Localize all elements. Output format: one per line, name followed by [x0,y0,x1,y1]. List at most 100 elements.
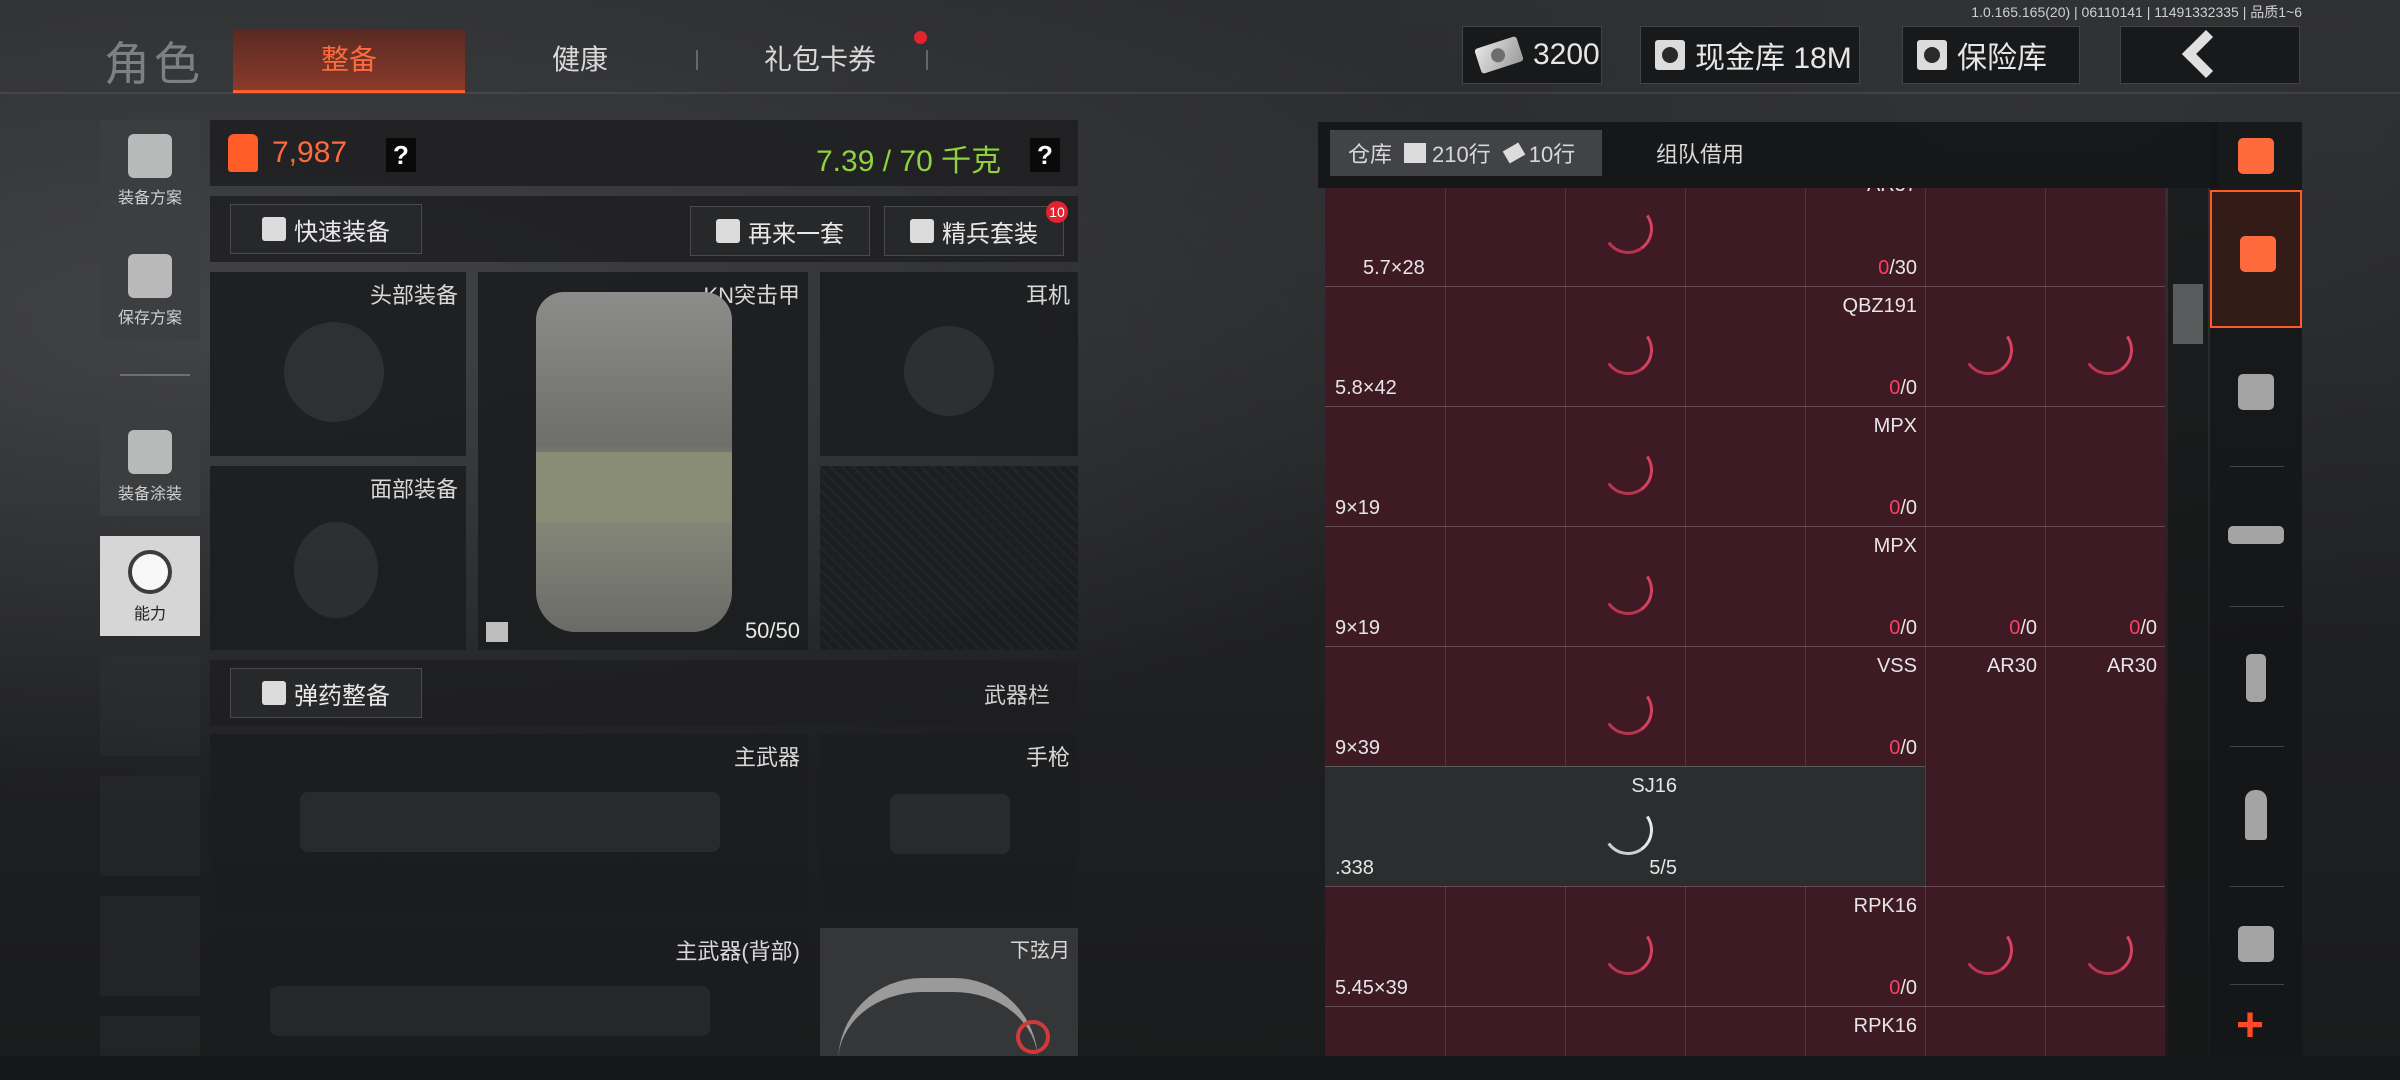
sidebar-empty-slot [100,1016,200,1056]
sidebar-item-ability[interactable]: 能力 [100,536,200,636]
ammo-capacity: /0 [1900,977,1917,999]
warehouse-row[interactable]: RPK16 5.45×39 0/0 [1325,886,2165,1006]
value-help-button[interactable]: ? [386,138,416,172]
loading-spinner-icon [1599,921,1657,979]
safe-vault-button[interactable]: 保险库 [1902,26,2080,84]
ammo-capacity: /0 [1900,497,1917,519]
header-divider [0,92,2400,94]
loading-spinner-icon [1599,801,1657,859]
caliber-label: 5.8×42 [1335,377,1397,399]
back-button[interactable] [2120,26,2300,84]
sidebar-empty-slot [100,656,200,756]
back-weapon-slot[interactable]: 主武器(背部) [210,928,808,1056]
weapon-name: SJ16 [1631,775,1677,797]
gasmask-placeholder-icon [294,522,378,618]
category-all[interactable] [2210,122,2302,188]
category-rifle[interactable] [2210,470,2302,608]
shirt-icon [262,217,286,241]
refresh-icon [716,219,740,243]
ammo-capacity: /0 [1900,617,1917,639]
ammo-count: 0/0 [2053,617,2165,640]
slot-label: 手枪 [1025,745,1070,770]
tab-gift-cards[interactable]: 礼包卡券 [720,30,920,90]
vault-icon [1655,40,1685,70]
loading-spinner-icon [1959,921,2017,979]
category-divider [2230,886,2284,887]
ammo-capacity: /0 [2020,617,2037,639]
tab-health[interactable]: 健康 [480,30,680,90]
elite-kit-button[interactable]: 精兵套装 [884,206,1064,256]
primary-weapon-slot[interactable]: 主武器 [210,734,808,918]
ammo-current: 0 [1889,377,1901,399]
tab-warehouse[interactable]: 仓库 210行 10行 [1330,130,1602,176]
warehouse-row[interactable]: RPK16 [1325,1006,2165,1056]
headset-slot[interactable]: 耳机 [820,272,1078,456]
sidebar-divider [120,374,190,376]
equip-again-button[interactable]: 再来一套 [690,206,870,256]
sidebar-item-label: 保存方案 [117,310,182,327]
ammo-count: 0/30 [1813,257,1925,280]
shield-icon [910,219,934,243]
pistol-slot[interactable]: 手枪 [820,734,1078,918]
category-attachment[interactable] [2210,890,2302,984]
category-helmet[interactable] [2210,330,2302,468]
ammo-equip-label: 弹药整备 [294,682,390,710]
ammo-current: 0 [1878,257,1890,279]
slot-label: 头部装备 [369,283,458,308]
bind-icon [486,622,508,642]
warehouse-row[interactable]: AR57 5.7×28 0/30 [1325,188,2165,286]
melee-slot[interactable]: 下弦月 [820,928,1078,1056]
slot-label: 主武器(背部) [675,939,800,964]
sidebar-item-label: 装备方案 [117,190,182,207]
warehouse-rows-ammo: 10行 [1528,142,1576,167]
tab-team-borrow[interactable]: 组队借用 [1610,130,1790,176]
quick-equip-button[interactable]: 快速装备 [230,204,422,254]
ammo-icon [1502,142,1526,164]
sidebar-item-save-plan[interactable]: 保存方案 [100,240,200,340]
category-divider [2230,606,2284,607]
warehouse-row[interactable]: QBZ191 5.8×42 0/0 [1325,286,2165,406]
loading-spinner-icon [2079,321,2137,379]
head-slot[interactable]: 头部装备 [210,272,466,456]
warehouse-rows-total: 210行 [1432,142,1491,167]
equip-again-label: 再来一套 [748,220,844,248]
cash-vault-label: 现金库 18M [1695,42,1852,75]
helmet-paint-icon [128,430,172,474]
warehouse-row[interactable]: SJ16 .338 5/5 [1325,766,1925,886]
ammo-capacity: /0 [1900,377,1917,399]
ammo-count: 0/0 [1813,737,1925,760]
back-arrow-icon [2181,29,2231,79]
ammo-count: 0/0 [1813,617,1925,640]
weight-help-button[interactable]: ? [1030,138,1060,172]
category-ammo[interactable] [2210,750,2302,888]
loading-spinner-icon [1599,681,1657,739]
sidebar-item-gear-skin[interactable]: 装备涂装 [100,416,200,516]
face-slot[interactable]: 面部装备 [210,466,466,650]
cash-vault-button[interactable]: 现金库 18M [1640,26,1860,84]
warehouse-row[interactable]: MPX 9×19 0/0 0/0 0/0 [1325,526,2165,646]
category-magazine[interactable] [2210,610,2302,748]
ammo-current: 0 [2009,617,2021,639]
ammo-count: 0/0 [1813,497,1925,520]
warehouse-row[interactable]: MPX 9×19 0/0 [1325,406,2165,526]
ammo-equip-button[interactable]: 弹药整备 [230,668,422,718]
armor-slot[interactable]: KN突击甲 50/50 [478,272,808,650]
ammo-count: 0/0 [1813,377,1925,400]
page-title: 角色 [104,38,204,90]
sidebar-item-loadout-plan[interactable]: 装备方案 [100,120,200,220]
ammo-current: 0 [2129,617,2141,639]
safe-icon [1917,40,1947,70]
caliber-label: 5.45×39 [1335,977,1408,999]
tab-gear[interactable]: 整备 [233,30,465,93]
warehouse-row[interactable]: VSS 9×39 0/0 AR30 AR30 [1325,646,2165,766]
pistol-placeholder-icon [890,794,1010,854]
category-stack[interactable] [2210,190,2302,328]
ammo-capacity: 5/5 [1649,857,1677,879]
layers-refresh-icon [2238,138,2274,174]
add-category-icon[interactable]: + [2236,998,2264,1053]
sidebar-item-label: 装备涂装 [117,486,182,503]
headset-placeholder-icon [904,326,994,416]
loading-spinner-icon [1599,321,1657,379]
scrollbar-thumb[interactable] [2173,284,2203,344]
helmet-placeholder-icon [284,322,384,422]
